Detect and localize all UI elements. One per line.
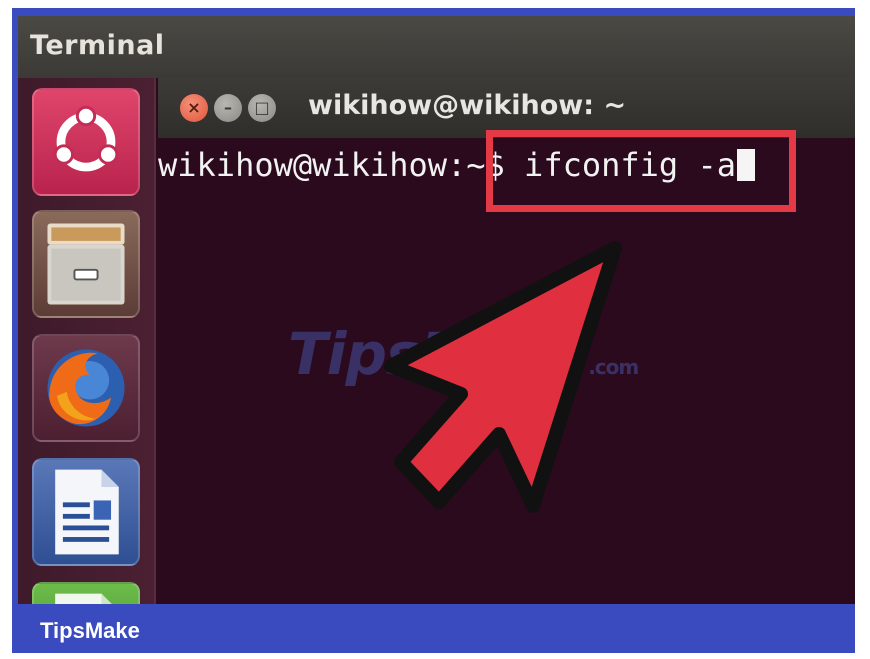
- brand-footer: TipsMake: [12, 604, 855, 653]
- minimize-icon: –: [224, 98, 232, 117]
- file-cabinet-icon: [47, 223, 125, 305]
- window-minimize-button[interactable]: –: [214, 94, 242, 122]
- spreadsheet-icon: [55, 593, 112, 604]
- image-frame: Terminal × – □ wikihow@wikihow: ~ wikiho…: [12, 8, 855, 653]
- launcher-item-libreoffice-calc[interactable]: [32, 582, 140, 604]
- top-panel-title: Terminal: [30, 30, 165, 61]
- window-maximize-button[interactable]: □: [248, 94, 276, 122]
- launcher: [18, 78, 156, 604]
- window-close-button[interactable]: ×: [180, 94, 208, 122]
- brand-label: TipsMake: [40, 618, 140, 643]
- close-icon: ×: [187, 98, 201, 117]
- launcher-item-firefox[interactable]: [32, 334, 140, 442]
- pointer-arrow-icon: [384, 241, 622, 513]
- terminal-window-title: wikihow@wikihow: ~: [308, 90, 627, 121]
- terminal-content[interactable]: wikihow@wikihow:~$ ifconfig -a TipsMake.…: [158, 130, 855, 604]
- launcher-item-files[interactable]: [32, 210, 140, 318]
- launcher-item-ubuntu-dash[interactable]: [32, 88, 140, 196]
- command-highlight-box: [486, 130, 796, 212]
- maximize-icon: □: [254, 98, 270, 117]
- top-panel: Terminal: [18, 16, 855, 78]
- document-icon: [55, 469, 119, 555]
- ubuntu-logo-icon: [53, 105, 119, 172]
- firefox-icon: [47, 349, 125, 427]
- desktop-screen: Terminal × – □ wikihow@wikihow: ~ wikiho…: [18, 16, 855, 604]
- launcher-item-libreoffice-writer[interactable]: [32, 458, 140, 566]
- terminal-titlebar[interactable]: × – □ wikihow@wikihow: ~: [158, 78, 855, 138]
